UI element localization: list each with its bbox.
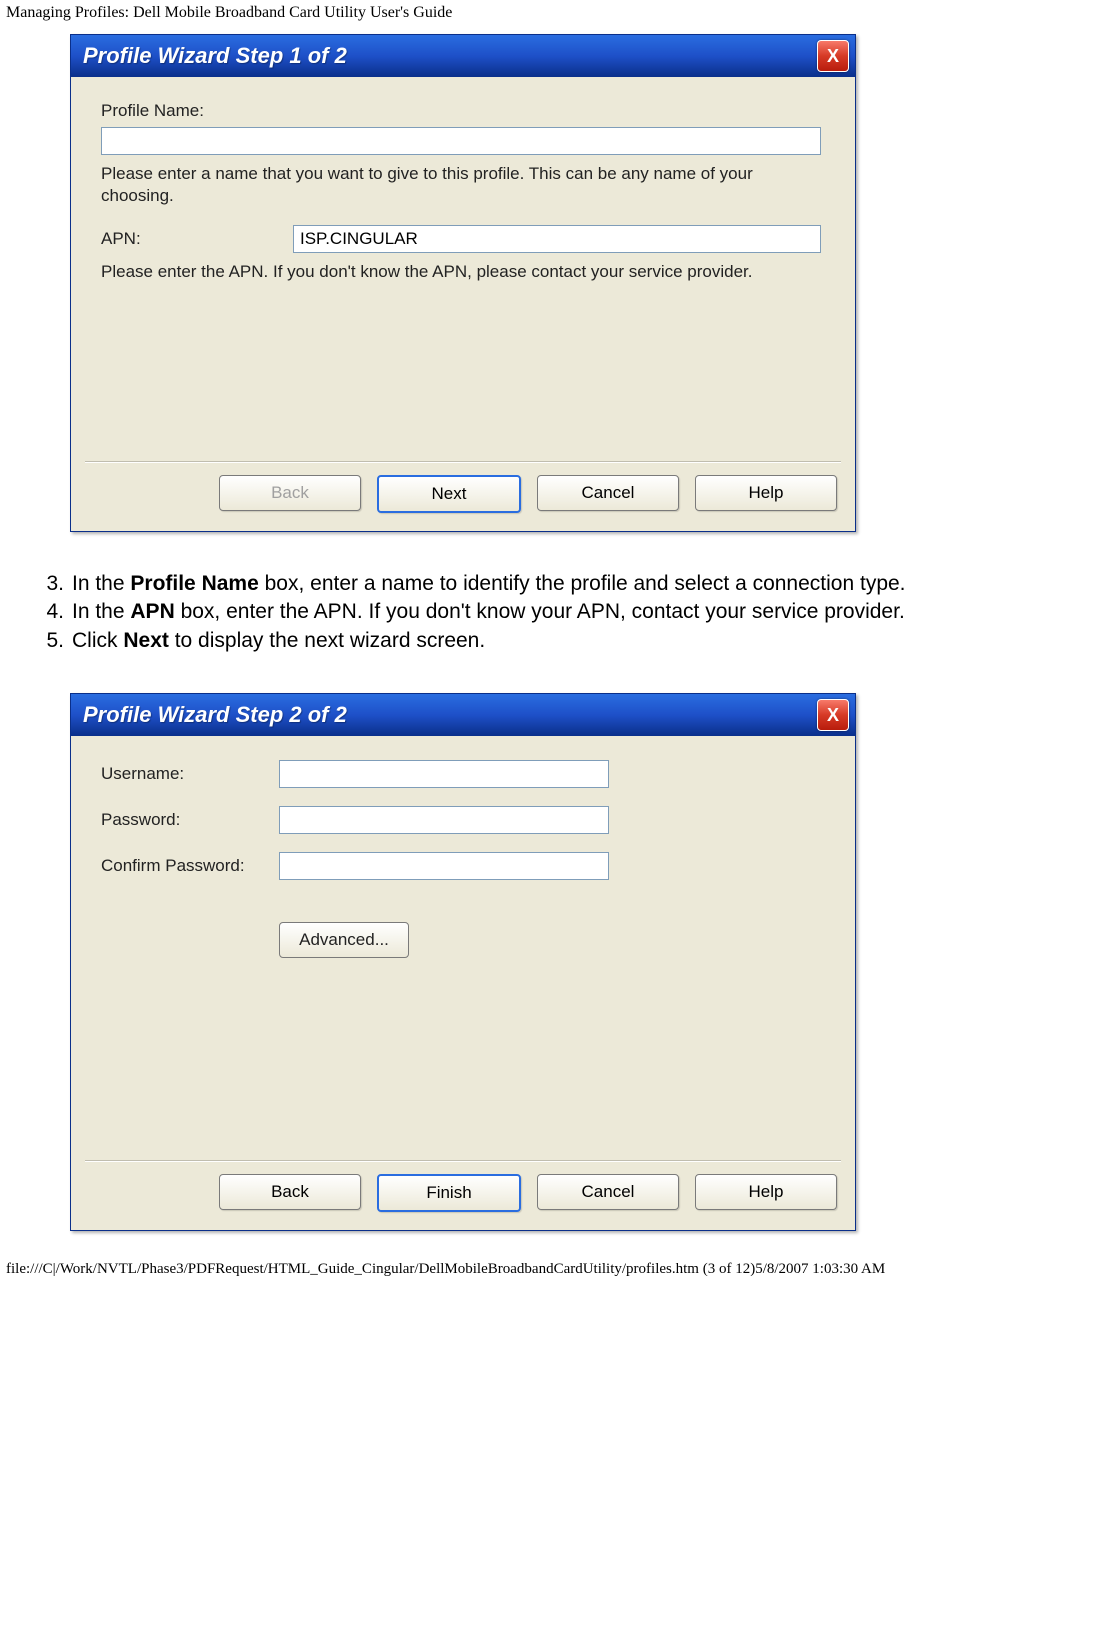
button-row-step1: Back Next Cancel Help xyxy=(219,475,837,513)
dialog-step2-screenshot: Profile Wizard Step 2 of 2 X Username: P… xyxy=(70,693,856,1231)
back-button[interactable]: Back xyxy=(219,1174,361,1210)
apn-help: Please enter the APN. If you don't know … xyxy=(101,261,825,283)
close-icon[interactable]: X xyxy=(817,699,849,731)
cancel-button[interactable]: Cancel xyxy=(537,1174,679,1210)
separator-line xyxy=(85,1160,841,1162)
step-number: 3. xyxy=(30,570,72,598)
step-number: 5. xyxy=(30,627,72,655)
password-input[interactable] xyxy=(279,806,609,834)
instruction-list: 3. In the Profile Name box, enter a name… xyxy=(30,570,1101,655)
titlebar-step2: Profile Wizard Step 2 of 2 X xyxy=(71,694,855,736)
help-button[interactable]: Help xyxy=(695,475,837,511)
confirm-password-input[interactable] xyxy=(279,852,609,880)
profile-name-label: Profile Name: xyxy=(101,101,825,121)
next-button[interactable]: Next xyxy=(377,475,521,513)
username-input[interactable] xyxy=(279,760,609,788)
dialog-window-step1: Profile Wizard Step 1 of 2 X Profile Nam… xyxy=(70,34,856,532)
finish-button[interactable]: Finish xyxy=(377,1174,521,1212)
password-label: Password: xyxy=(101,810,279,830)
dialog-body-step1: Profile Name: Please enter a name that y… xyxy=(71,77,855,531)
page-footer: file:///C|/Work/NVTL/Phase3/PDFRequest/H… xyxy=(0,1231,1101,1284)
step-bold: Next xyxy=(123,629,169,652)
step-3: 3. In the Profile Name box, enter a name… xyxy=(30,570,1101,598)
page-header: Managing Profiles: Dell Mobile Broadband… xyxy=(0,0,1101,34)
step-text: to display the next wizard screen. xyxy=(169,629,485,652)
username-label: Username: xyxy=(101,764,279,784)
help-button[interactable]: Help xyxy=(695,1174,837,1210)
dialog-title: Profile Wizard Step 1 of 2 xyxy=(83,43,347,69)
dialog-body-step2: Username: Password: Confirm Password: Ad… xyxy=(71,736,855,1230)
step-text: box, enter a name to identify the profil… xyxy=(259,572,906,595)
apn-input[interactable] xyxy=(293,225,821,253)
apn-label: APN: xyxy=(101,229,293,249)
profile-name-input[interactable] xyxy=(101,127,821,155)
separator-line xyxy=(85,461,841,463)
dialog-window-step2: Profile Wizard Step 2 of 2 X Username: P… xyxy=(70,693,856,1231)
confirm-password-label: Confirm Password: xyxy=(101,856,279,876)
step-text: box, enter the APN. If you don't know yo… xyxy=(175,600,905,623)
step-5: 5. Click Next to display the next wizard… xyxy=(30,627,1101,655)
dialog-step1-screenshot: Profile Wizard Step 1 of 2 X Profile Nam… xyxy=(70,34,856,532)
step-text: In the xyxy=(72,572,130,595)
step-text: In the xyxy=(72,600,130,623)
step-bold: APN xyxy=(130,600,174,623)
dialog-title: Profile Wizard Step 2 of 2 xyxy=(83,702,347,728)
titlebar-step1: Profile Wizard Step 1 of 2 X xyxy=(71,35,855,77)
step-text: Click xyxy=(72,629,123,652)
step-bold: Profile Name xyxy=(130,572,258,595)
step-number: 4. xyxy=(30,598,72,626)
button-row-step2: Back Finish Cancel Help xyxy=(219,1174,837,1212)
advanced-button[interactable]: Advanced... xyxy=(279,922,409,958)
close-icon[interactable]: X xyxy=(817,40,849,72)
cancel-button[interactable]: Cancel xyxy=(537,475,679,511)
profile-name-help: Please enter a name that you want to giv… xyxy=(101,163,825,207)
step-4: 4. In the APN box, enter the APN. If you… xyxy=(30,598,1101,626)
back-button: Back xyxy=(219,475,361,511)
